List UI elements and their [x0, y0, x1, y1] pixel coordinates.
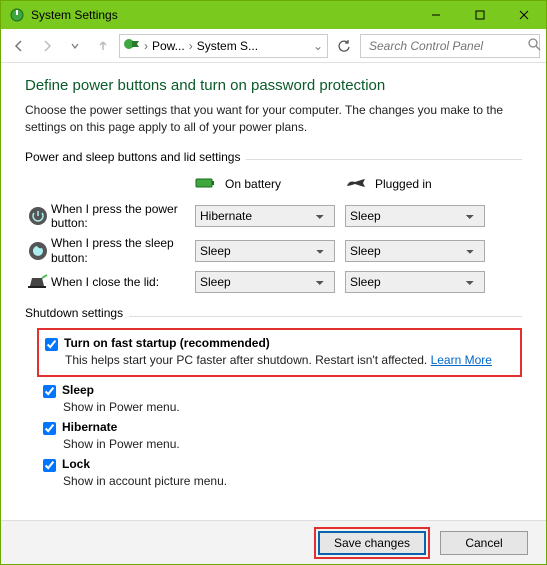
breadcrumb-icon — [124, 37, 140, 54]
footer: Save changes Cancel — [1, 520, 546, 564]
hibernate-label: Hibernate — [62, 420, 117, 434]
breadcrumb-item[interactable]: Pow... — [152, 39, 185, 53]
sleep-row: Sleep — [43, 381, 522, 400]
column-battery-label: On battery — [225, 177, 281, 191]
lock-row: Lock — [43, 455, 522, 474]
section-label: Shutdown settings — [25, 306, 123, 320]
power-button-battery-select[interactable]: Hibernate — [195, 205, 335, 227]
window-title: System Settings — [31, 8, 118, 22]
battery-icon — [195, 176, 217, 193]
section-label: Power and sleep buttons and lid settings — [25, 150, 240, 164]
hibernate-row: Hibernate — [43, 418, 522, 437]
content: Define power buttons and turn on passwor… — [1, 63, 546, 520]
lid-battery-select[interactable]: Sleep — [195, 271, 335, 293]
recent-dropdown[interactable] — [63, 34, 87, 58]
highlight-save: Save changes — [314, 527, 430, 559]
plug-icon — [345, 176, 367, 193]
search-icon[interactable] — [528, 38, 541, 54]
columns-header: On battery Plugged in — [25, 170, 522, 199]
sleep-button-battery-select[interactable]: Sleep — [195, 240, 335, 262]
power-button-icon — [25, 206, 51, 226]
learn-more-link[interactable]: Learn More — [431, 353, 492, 367]
window: System Settings › Pow... — [0, 0, 547, 565]
cancel-button[interactable]: Cancel — [440, 531, 528, 555]
fast-startup-label: Turn on fast startup (recommended) — [64, 336, 270, 350]
divider — [129, 316, 522, 317]
maximize-button[interactable] — [458, 1, 502, 29]
sleep-checkbox[interactable] — [43, 385, 56, 398]
breadcrumb[interactable]: › Pow... › System S... ⌄ — [119, 34, 328, 58]
sleep-label: Sleep — [62, 383, 94, 397]
row-label: When I press the power button: — [51, 202, 195, 231]
fast-startup-row: Turn on fast startup (recommended) — [45, 334, 514, 353]
lock-label: Lock — [62, 457, 90, 471]
sleep-desc: Show in Power menu. — [43, 400, 522, 414]
row-label: When I press the sleep button: — [51, 236, 195, 265]
column-plugged-label: Plugged in — [375, 177, 432, 191]
fast-startup-checkbox[interactable] — [45, 338, 58, 351]
close-button[interactable] — [502, 1, 546, 29]
search-box[interactable] — [360, 34, 540, 58]
page-description: Choose the power settings that you want … — [25, 102, 522, 136]
chevron-right-icon: › — [144, 39, 148, 53]
search-input[interactable] — [367, 38, 528, 54]
row-sleep-button: When I press the sleep button: Sleep Sle… — [25, 233, 522, 268]
section-power-buttons: Power and sleep buttons and lid settings — [25, 150, 522, 170]
up-button[interactable] — [91, 34, 115, 58]
titlebar: System Settings — [1, 1, 546, 29]
refresh-button[interactable] — [332, 34, 356, 58]
save-changes-button[interactable]: Save changes — [318, 531, 426, 555]
chevron-right-icon: › — [189, 39, 193, 53]
lock-checkbox[interactable] — [43, 459, 56, 472]
chevron-down-icon[interactable]: ⌄ — [313, 39, 323, 53]
row-close-lid: When I close the lid: Sleep Sleep — [25, 268, 522, 296]
power-button-plugged-select[interactable]: Sleep — [345, 205, 485, 227]
minimize-button[interactable] — [414, 1, 458, 29]
laptop-lid-icon — [25, 273, 51, 291]
row-label: When I close the lid: — [51, 275, 195, 289]
sleep-button-plugged-select[interactable]: Sleep — [345, 240, 485, 262]
sleep-button-icon — [25, 241, 51, 261]
highlight-fast-startup: Turn on fast startup (recommended) This … — [37, 328, 522, 377]
hibernate-desc: Show in Power menu. — [43, 437, 522, 451]
divider — [246, 159, 522, 160]
breadcrumb-item[interactable]: System S... — [197, 39, 258, 53]
row-power-button: When I press the power button: Hibernate… — [25, 199, 522, 234]
app-icon — [9, 7, 25, 23]
fast-startup-desc: This helps start your PC faster after sh… — [45, 353, 514, 367]
back-button[interactable] — [7, 34, 31, 58]
shutdown-settings-list: Turn on fast startup (recommended) This … — [25, 328, 522, 488]
section-shutdown: Shutdown settings — [25, 306, 522, 326]
hibernate-checkbox[interactable] — [43, 422, 56, 435]
forward-button[interactable] — [35, 34, 59, 58]
navbar: › Pow... › System S... ⌄ — [1, 29, 546, 63]
lock-desc: Show in account picture menu. — [43, 474, 522, 488]
lid-plugged-select[interactable]: Sleep — [345, 271, 485, 293]
page-title: Define power buttons and turn on passwor… — [25, 77, 522, 94]
